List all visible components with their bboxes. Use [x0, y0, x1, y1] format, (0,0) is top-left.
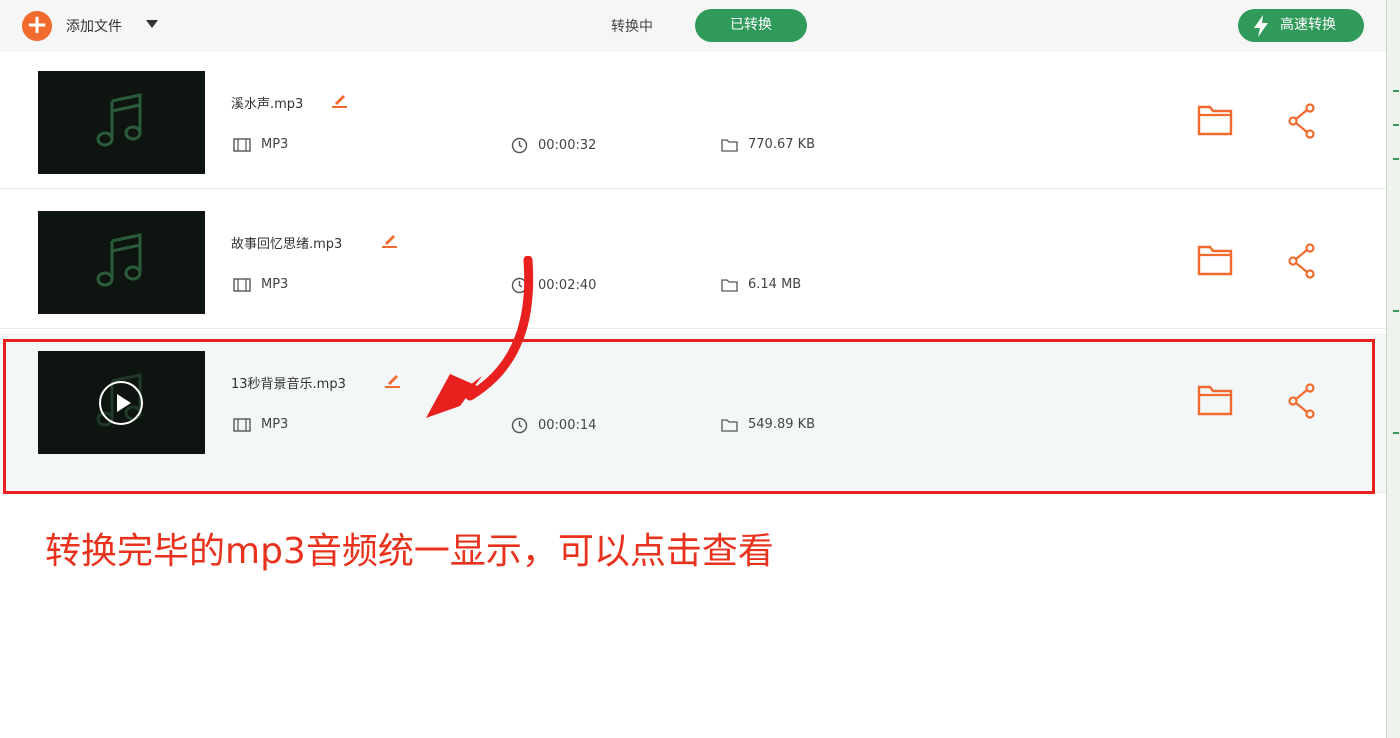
duration-info: 00:00:32: [511, 137, 596, 154]
file-name: 故事回忆思绪.mp3: [231, 237, 343, 252]
play-icon[interactable]: [99, 381, 143, 425]
format-value: MP3: [261, 277, 289, 292]
tab-converting[interactable]: 转换中: [611, 16, 653, 36]
clock-icon: [511, 137, 528, 154]
fast-convert-button[interactable]: 高速转换: [1238, 9, 1364, 42]
format-value: MP3: [261, 137, 289, 152]
folder-icon[interactable]: [1197, 383, 1233, 417]
size-info: 770.67 KB: [721, 137, 815, 152]
add-file-button[interactable]: +: [22, 11, 52, 41]
edit-icon[interactable]: [384, 371, 402, 389]
top-toolbar: + 添加文件 转换中 已转换 高速转换: [0, 0, 1386, 52]
file-name: 13秒背景音乐.mp3: [231, 377, 346, 392]
folder-icon: [721, 278, 738, 292]
duration-value: 00:02:40: [538, 278, 597, 293]
tab-converted[interactable]: 已转换: [695, 9, 807, 42]
music-note-icon: [96, 233, 142, 287]
size-info: 6.14 MB: [721, 277, 801, 292]
list-item[interactable]: 故事回忆思绪.mp3 MP3 00:02:40 6.14 MB: [0, 193, 1386, 329]
plus-icon: +: [26, 10, 48, 40]
add-file-label[interactable]: 添加文件: [66, 16, 122, 36]
annotation-text: 转换完毕的mp3音频统一显示，可以点击查看: [45, 531, 774, 572]
folder-icon: [721, 418, 738, 432]
film-icon: [233, 277, 251, 292]
film-icon: [233, 417, 251, 432]
duration-value: 00:00:32: [538, 138, 597, 153]
folder-icon[interactable]: [1197, 243, 1233, 277]
format-value: MP3: [261, 417, 289, 432]
film-icon: [233, 137, 251, 152]
format-info: MP3: [233, 277, 288, 292]
thumbnail[interactable]: [38, 351, 205, 454]
edit-icon[interactable]: [331, 91, 349, 109]
duration-value: 00:00:14: [538, 418, 597, 433]
list-item[interactable]: 13秒背景音乐.mp3 MP3 00:00:14 549.89 KB: [0, 333, 1386, 493]
folder-icon: [721, 138, 738, 152]
chevron-down-icon[interactable]: [146, 20, 158, 28]
format-info: MP3: [233, 417, 288, 432]
share-icon[interactable]: [1288, 383, 1316, 419]
window-edge: [1386, 0, 1400, 738]
fast-convert-label: 高速转换: [1280, 17, 1336, 33]
folder-icon[interactable]: [1197, 103, 1233, 137]
size-value: 549.89 KB: [748, 417, 816, 432]
format-info: MP3: [233, 137, 288, 152]
thumbnail[interactable]: [38, 211, 205, 314]
arrow-icon: [426, 256, 534, 418]
size-info: 549.89 KB: [721, 417, 815, 432]
edit-icon[interactable]: [381, 231, 399, 249]
size-value: 6.14 MB: [748, 277, 802, 292]
share-icon[interactable]: [1288, 103, 1316, 139]
share-icon[interactable]: [1288, 243, 1316, 279]
file-name: 溪水声.mp3: [231, 97, 304, 112]
music-note-icon: [96, 93, 142, 147]
size-value: 770.67 KB: [748, 137, 816, 152]
thumbnail[interactable]: [38, 71, 205, 174]
list-item[interactable]: 溪水声.mp3 MP3 00:00:32 770.67 KB: [0, 53, 1386, 189]
lightning-icon: [1254, 15, 1268, 37]
